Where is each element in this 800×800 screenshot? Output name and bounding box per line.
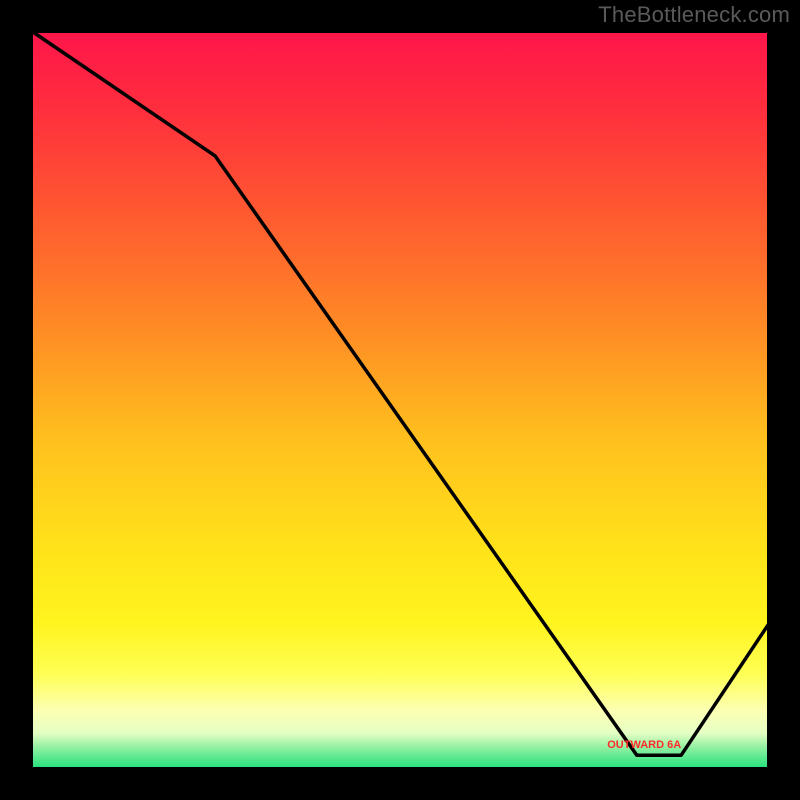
watermark-text: TheBottleneck.com bbox=[598, 2, 790, 28]
chart-root: TheBottleneck.com OUTWARD 6A bbox=[0, 0, 800, 800]
chart-annotation: OUTWARD 6A bbox=[607, 739, 681, 751]
plot-background bbox=[30, 30, 770, 770]
chart-svg: OUTWARD 6A bbox=[0, 0, 800, 800]
